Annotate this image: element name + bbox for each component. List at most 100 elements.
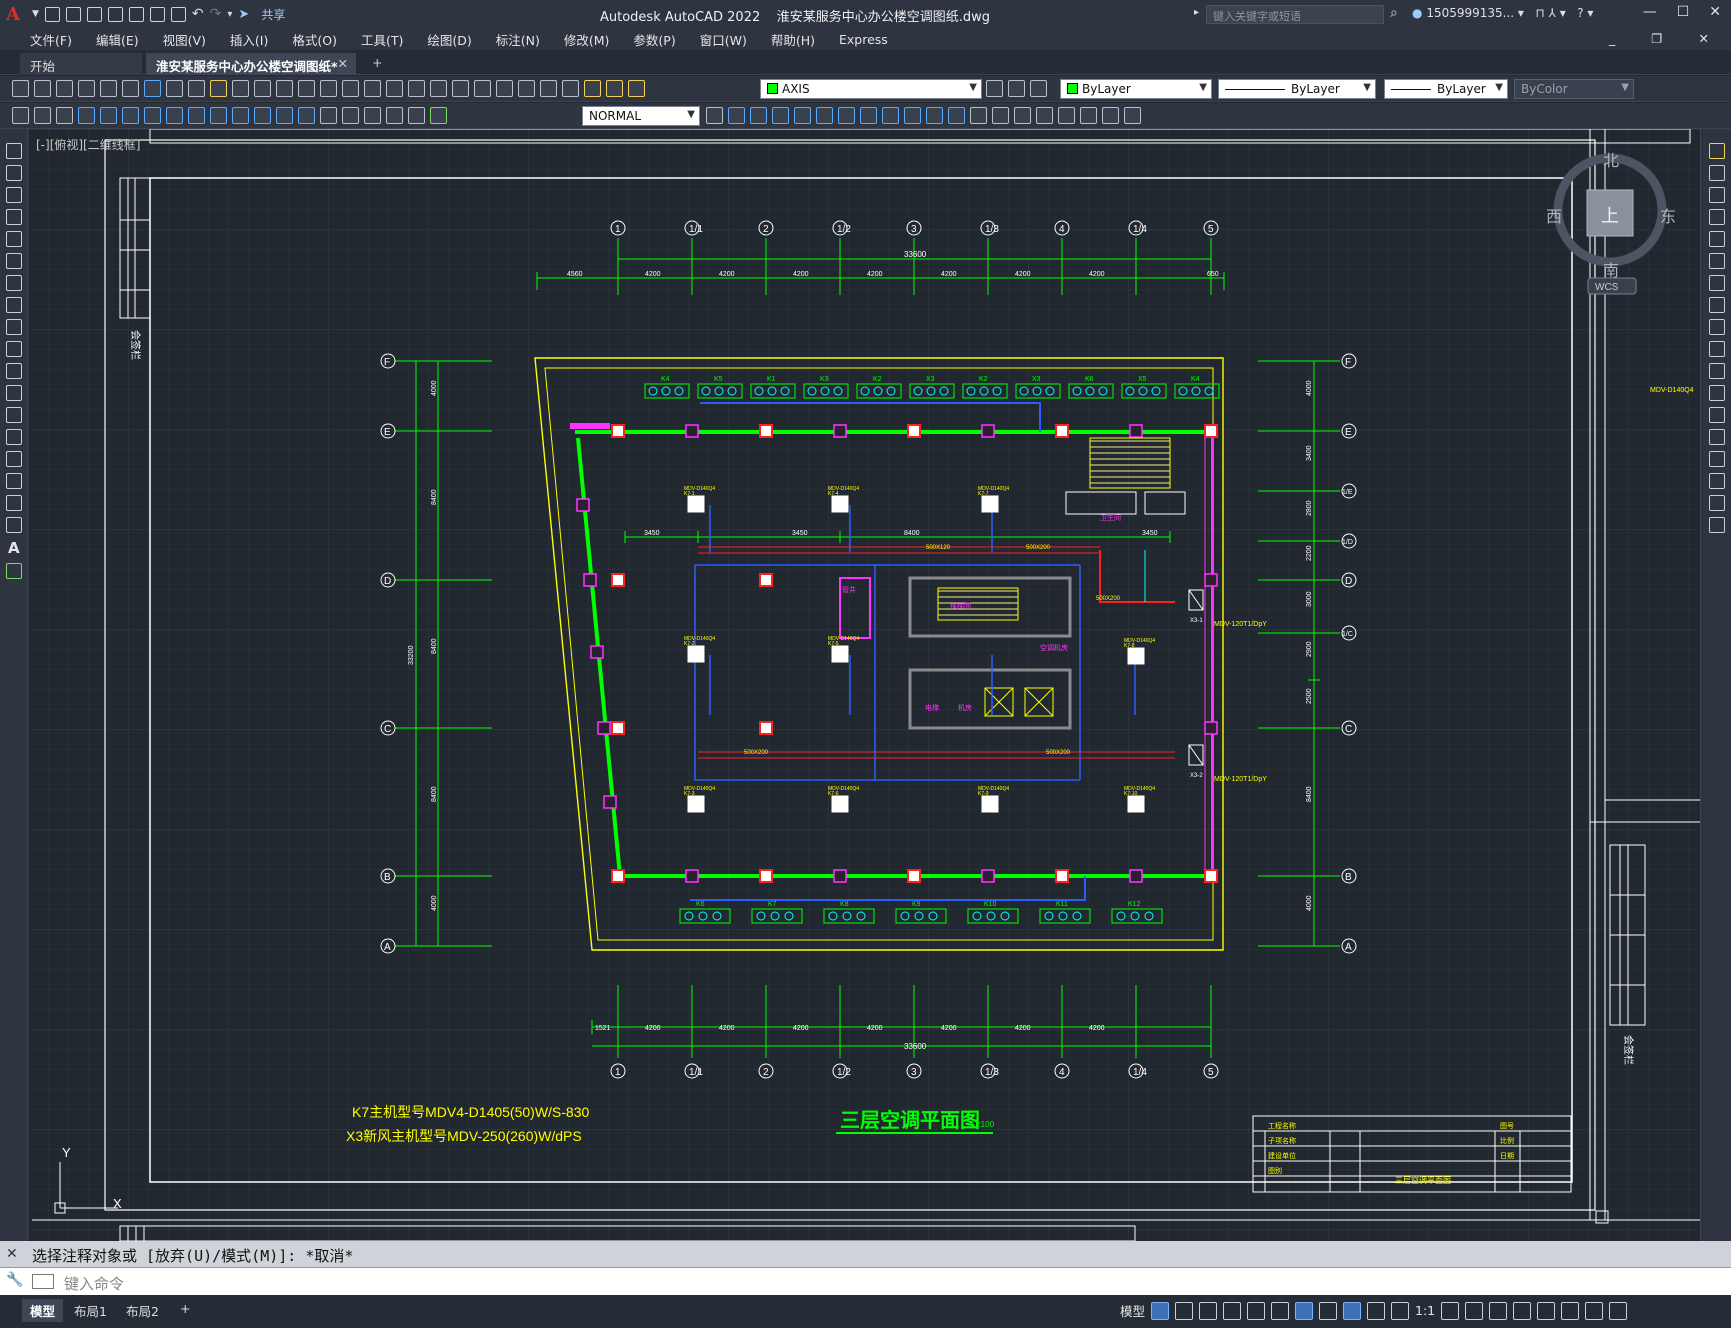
share-icon[interactable]: ➤ xyxy=(238,7,249,22)
lineweight-icon[interactable] xyxy=(1319,1301,1338,1320)
customize-icon[interactable]: 🔧 xyxy=(6,1272,23,1288)
save-tool-icon[interactable] xyxy=(56,80,73,97)
search-expand-icon[interactable]: ▸ xyxy=(1194,7,1199,18)
sheet-set-icon[interactable] xyxy=(474,80,491,97)
menu-draw[interactable]: 绘图(D) xyxy=(415,30,483,49)
quick-properties-icon[interactable] xyxy=(1513,1301,1532,1320)
construction-line-icon[interactable] xyxy=(6,165,22,181)
help-icon[interactable]: ? xyxy=(1577,6,1583,20)
close-window-icon[interactable]: ✕ xyxy=(1709,4,1721,20)
erase-icon[interactable] xyxy=(728,107,745,124)
add-selected-icon[interactable] xyxy=(6,563,22,579)
annotation-visibility-icon[interactable] xyxy=(1343,1301,1362,1320)
dim-diameter-icon[interactable] xyxy=(144,107,161,124)
break-icon[interactable] xyxy=(970,107,987,124)
dim-jogged-icon[interactable] xyxy=(122,107,139,124)
viewcube-east[interactable]: 东 xyxy=(1660,208,1676,226)
dim-style-icon[interactable] xyxy=(706,107,723,124)
dim-text-edit-icon[interactable] xyxy=(408,107,425,124)
copy-object-icon[interactable] xyxy=(750,107,767,124)
grid-icon[interactable] xyxy=(1151,1301,1170,1320)
user-account[interactable]: ● 1505999135... ▾ ⊓ ⅄ ▾ ? ▾ xyxy=(1412,6,1593,20)
menu-format[interactable]: 格式(O) xyxy=(280,30,349,49)
erase-icon[interactable] xyxy=(1709,143,1725,159)
help-tool-icon[interactable] xyxy=(540,80,557,97)
dim-continue-icon[interactable] xyxy=(232,107,249,124)
mirror-icon[interactable] xyxy=(772,107,789,124)
layer-match-icon[interactable] xyxy=(1030,80,1047,97)
ungroup-icon[interactable] xyxy=(1102,107,1119,124)
move-icon[interactable] xyxy=(838,107,855,124)
layer-thaw-icon[interactable] xyxy=(606,80,623,97)
annotation-monitor-icon[interactable] xyxy=(1465,1301,1484,1320)
share-button[interactable]: 共享 xyxy=(261,6,285,23)
array-icon[interactable] xyxy=(816,107,833,124)
layer-on-icon[interactable] xyxy=(584,80,601,97)
break-at-point-icon[interactable] xyxy=(1709,385,1725,401)
minimize-icon[interactable]: — xyxy=(1643,4,1657,20)
object-snap-icon[interactable] xyxy=(1295,1301,1314,1320)
menu-tools[interactable]: 工具(T) xyxy=(349,30,415,49)
menu-edit[interactable]: 编辑(E) xyxy=(84,30,151,49)
viewcube-south[interactable]: 南 xyxy=(1603,262,1619,280)
web-save-icon[interactable] xyxy=(149,6,165,22)
extend-icon[interactable] xyxy=(948,107,965,124)
mirror-icon[interactable] xyxy=(1709,187,1725,203)
undo-icon[interactable]: ↶ xyxy=(192,6,204,22)
join-icon[interactable] xyxy=(1709,429,1725,445)
layer-previous-icon[interactable] xyxy=(1008,80,1025,97)
dim-break-icon[interactable] xyxy=(276,107,293,124)
doc-close-icon[interactable]: ✕ xyxy=(1687,31,1721,46)
extend-icon[interactable] xyxy=(1709,363,1725,379)
blend-curves-icon[interactable] xyxy=(1709,495,1725,511)
polyline-icon[interactable] xyxy=(6,187,22,203)
layout-tab-1[interactable]: 布局1 xyxy=(66,1299,115,1322)
viewport-controls[interactable]: [-][俯视][二维线框] xyxy=(36,136,140,153)
scale-icon[interactable] xyxy=(1709,297,1725,313)
zoom-window-icon[interactable] xyxy=(364,80,381,97)
explode-icon[interactable] xyxy=(1709,517,1725,533)
block-editor-icon[interactable] xyxy=(254,80,271,97)
scale-icon[interactable] xyxy=(882,107,899,124)
plotstyle-dropdown[interactable]: ByColor ▼ xyxy=(1514,79,1634,99)
break-icon[interactable] xyxy=(1709,407,1725,423)
jogged-linear-icon[interactable] xyxy=(364,107,381,124)
hatch-icon[interactable] xyxy=(6,451,22,467)
publish-icon[interactable] xyxy=(122,80,139,97)
trim-icon[interactable] xyxy=(926,107,943,124)
redo-tool-icon[interactable] xyxy=(298,80,315,97)
viewcube-west[interactable]: 西 xyxy=(1546,209,1562,226)
close-command-icon[interactable]: ✕ xyxy=(6,1246,18,1262)
color-dropdown[interactable]: ByLayer ▼ xyxy=(1060,79,1212,99)
offset-icon[interactable] xyxy=(1709,209,1725,225)
stretch-icon[interactable] xyxy=(904,107,921,124)
zoom-previous-icon[interactable] xyxy=(386,80,403,97)
redo-icon[interactable]: ↷ xyxy=(210,6,222,22)
table-icon[interactable] xyxy=(6,517,22,533)
make-block-icon[interactable] xyxy=(6,407,22,423)
layer-dropdown[interactable]: AXIS ▼ xyxy=(760,79,982,99)
polygon-icon[interactable] xyxy=(6,209,22,225)
chamfer-icon[interactable] xyxy=(1014,107,1031,124)
ellipse-icon[interactable] xyxy=(6,341,22,357)
rotate-icon[interactable] xyxy=(860,107,877,124)
print-icon[interactable] xyxy=(170,6,186,22)
offset-icon[interactable] xyxy=(794,107,811,124)
dim-aligned-icon[interactable] xyxy=(34,107,51,124)
plot-icon[interactable] xyxy=(78,80,95,97)
layer-lock-icon[interactable] xyxy=(628,80,645,97)
tolerance-icon[interactable] xyxy=(298,107,315,124)
line-icon[interactable] xyxy=(6,143,22,159)
insert-block-icon[interactable] xyxy=(6,385,22,401)
object-snap-tracking-icon[interactable] xyxy=(1271,1301,1290,1320)
clean-screen-icon[interactable] xyxy=(1585,1301,1604,1320)
stretch-icon[interactable] xyxy=(1709,319,1725,335)
menu-help[interactable]: 帮助(H) xyxy=(759,30,827,49)
calculator-icon[interactable] xyxy=(518,80,535,97)
paste-icon[interactable] xyxy=(210,80,227,97)
explode-icon[interactable] xyxy=(1058,107,1075,124)
command-menu-icon[interactable] xyxy=(32,1274,54,1289)
viewcube-north[interactable]: 北 xyxy=(1603,152,1619,170)
draw-order-icon[interactable] xyxy=(1124,107,1141,124)
array-icon[interactable] xyxy=(1709,231,1725,247)
